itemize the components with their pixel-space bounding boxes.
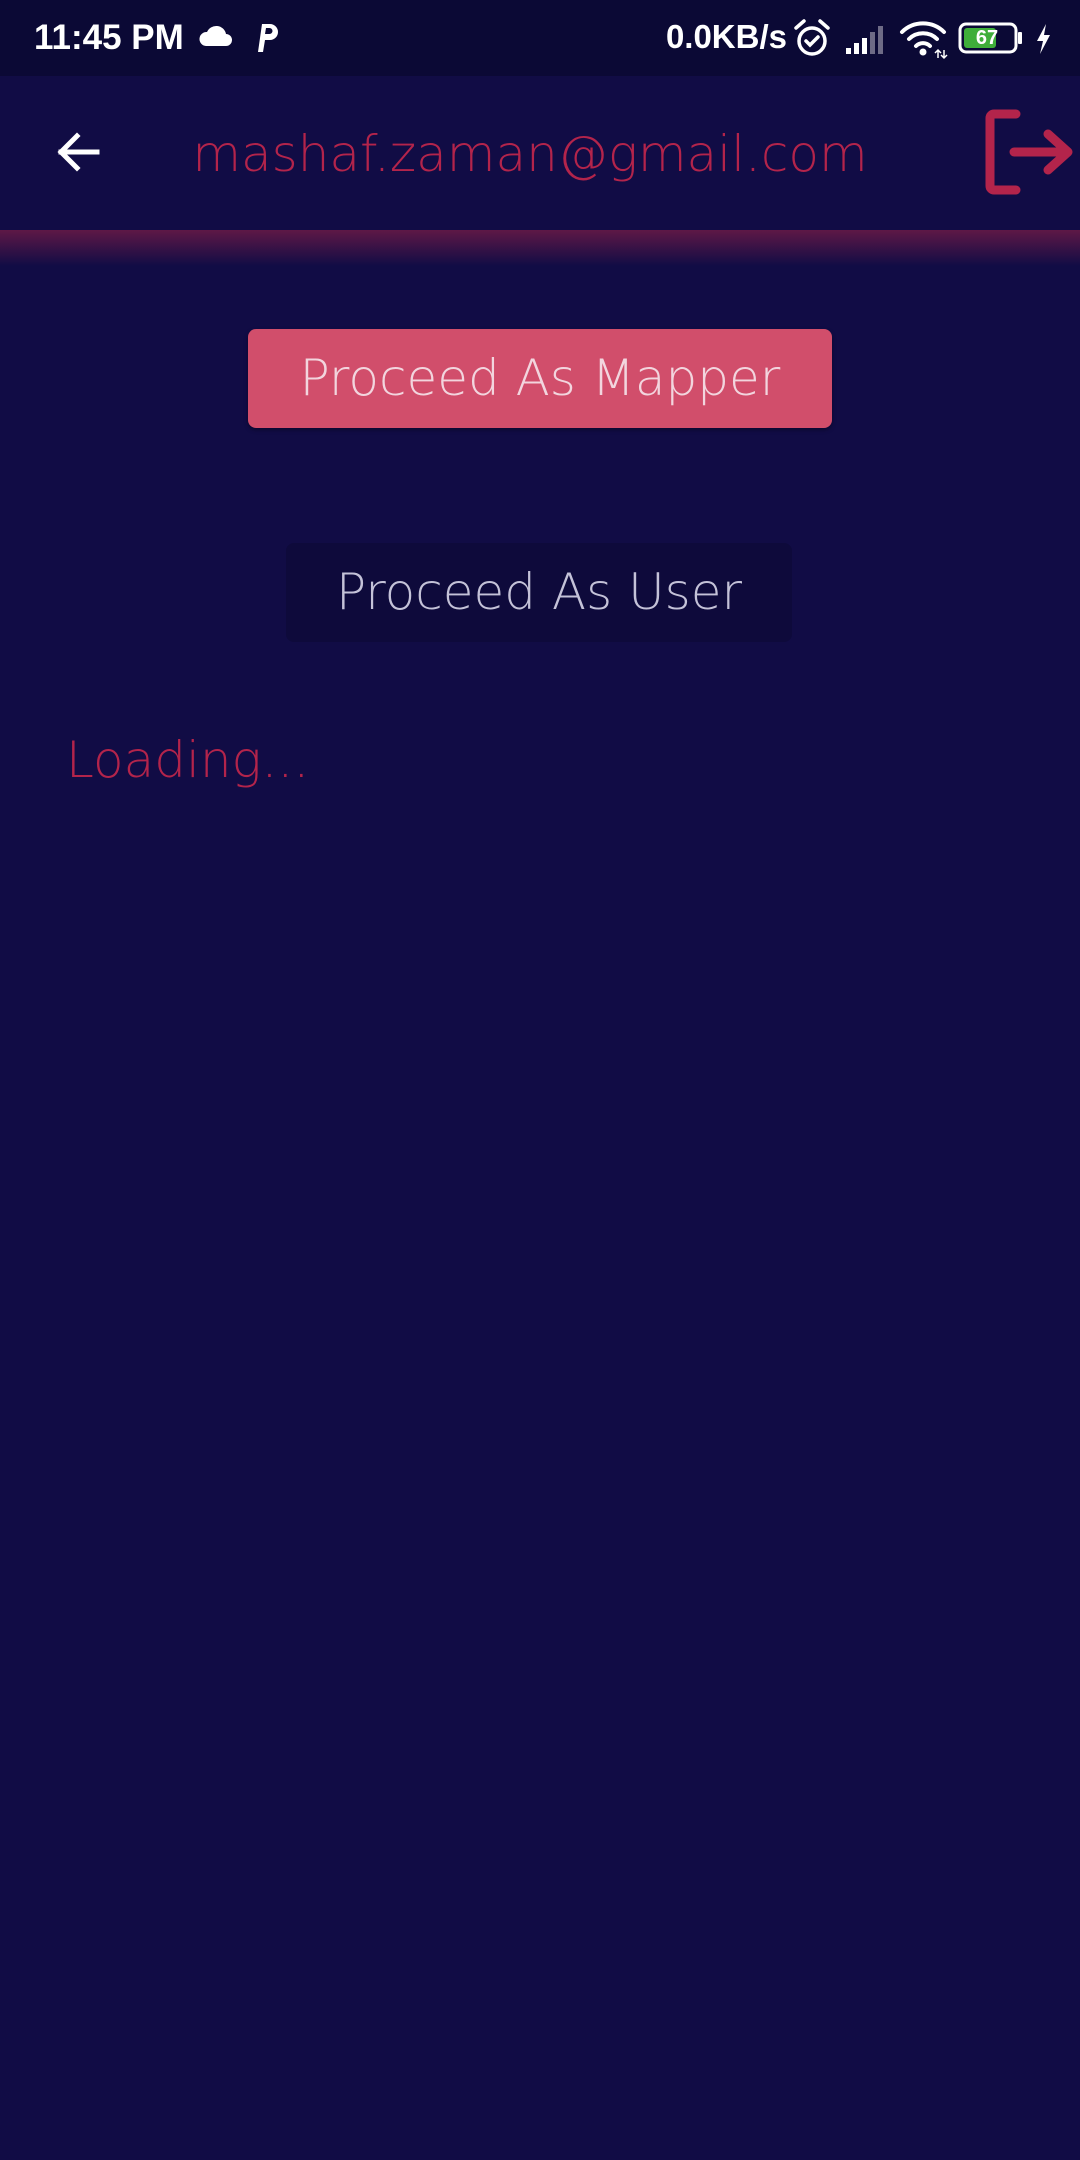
proceed-as-user-button[interactable]: Proceed As User (286, 543, 792, 642)
status-bar: 11:45 PM 0.0KB/s 67 (0, 0, 1080, 76)
battery-icon: 67 (958, 22, 1024, 54)
alarm-icon (794, 19, 830, 56)
status-time: 11:45 PM (34, 18, 184, 57)
charging-icon (1037, 24, 1050, 54)
back-arrow-icon (57, 132, 100, 172)
loading-text: Loading... (66, 731, 310, 789)
page-title: mashaf.zaman@gmail.com (192, 125, 868, 183)
signal-icon (846, 26, 883, 54)
wifi-icon (900, 21, 948, 60)
cloud-icon (199, 25, 232, 46)
logout-icon (985, 109, 1073, 195)
back-button[interactable] (40, 114, 116, 190)
battery-level: 67 (975, 27, 999, 49)
logout-button[interactable] (978, 108, 1078, 198)
p-app-icon (258, 24, 278, 52)
network-speed: 0.0KB/s (665, 18, 787, 55)
app-bar-shadow (0, 230, 1080, 266)
proceed-as-mapper-button[interactable]: Proceed As Mapper (248, 329, 832, 428)
